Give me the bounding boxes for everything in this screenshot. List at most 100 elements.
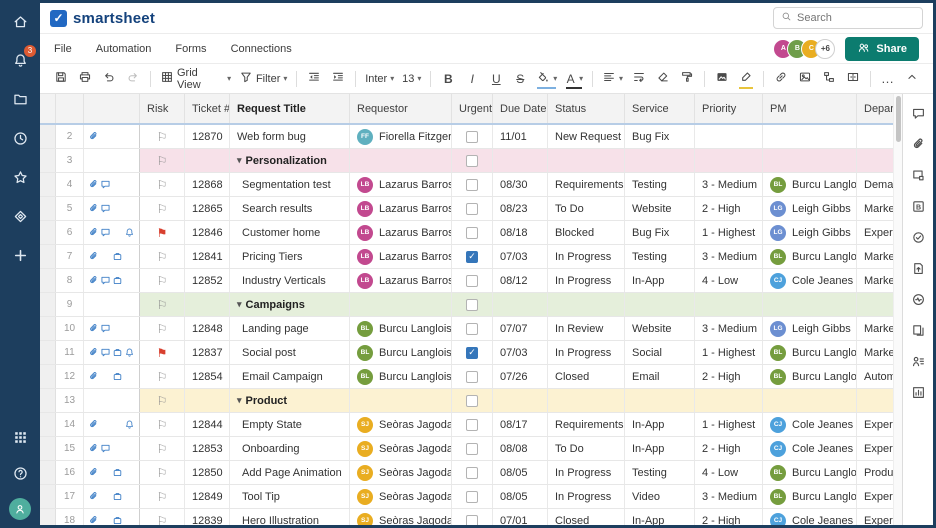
attachment-icon[interactable]: [87, 347, 99, 358]
row-number[interactable]: 4: [56, 173, 84, 196]
service-cell[interactable]: [625, 149, 695, 172]
risk-flag[interactable]: ⚐: [140, 365, 185, 388]
requestor-cell[interactable]: BL Burcu Langlois: [350, 341, 452, 364]
folder-icon[interactable]: [9, 88, 31, 110]
urgent-checkbox[interactable]: [452, 293, 493, 316]
flag-red-icon[interactable]: ⚑: [157, 347, 168, 359]
status-cell[interactable]: In Progress: [548, 245, 625, 268]
filter-button[interactable]: Filter ▾: [236, 68, 290, 90]
requestor-cell[interactable]: SJ Seòras Jagoda: [350, 461, 452, 484]
ticket-number-cell[interactable]: 12870: [185, 125, 230, 148]
service-cell[interactable]: Video: [625, 485, 695, 508]
proof-icon[interactable]: [112, 467, 124, 478]
avatar-overflow-count[interactable]: +6: [815, 38, 836, 59]
service-cell[interactable]: [625, 293, 695, 316]
requestor-cell[interactable]: LB Lazarus Barros: [350, 197, 452, 220]
service-cell[interactable]: Testing: [625, 245, 695, 268]
indent-button[interactable]: [327, 68, 349, 90]
comment-icon[interactable]: [99, 443, 111, 454]
comments-icon[interactable]: [909, 104, 927, 122]
attachment-icon[interactable]: [87, 131, 99, 142]
risk-flag[interactable]: ⚐: [140, 461, 185, 484]
flag-outline-icon[interactable]: ⚐: [157, 203, 168, 215]
menu-automation[interactable]: Automation: [96, 43, 152, 55]
ticket-number-cell[interactable]: 12839: [185, 509, 230, 525]
priority-cell[interactable]: 1 - Highest: [695, 341, 763, 364]
urgent-checkbox[interactable]: [452, 485, 493, 508]
pm-cell[interactable]: BLBurcu Langlois: [763, 245, 857, 268]
priority-cell[interactable]: 2 - High: [695, 365, 763, 388]
due-date-cell[interactable]: 08/30: [493, 173, 548, 196]
ticket-number-cell[interactable]: 12852: [185, 269, 230, 292]
priority-cell[interactable]: 3 - Medium: [695, 317, 763, 340]
flag-outline-icon[interactable]: ⚐: [157, 323, 168, 335]
font-size-select[interactable]: 13 ▾: [399, 68, 424, 90]
bell-icon[interactable]: [124, 347, 136, 358]
status-cell[interactable]: To Do: [548, 197, 625, 220]
pm-cell[interactable]: BLBurcu Langlois: [763, 173, 857, 196]
status-cell[interactable]: Closed: [548, 509, 625, 525]
proof-icon[interactable]: [112, 515, 124, 525]
column-header-ticket[interactable]: Ticket #: [185, 94, 230, 123]
fill-color-button[interactable]: ▾: [533, 68, 560, 90]
column-header-title[interactable]: Request Title: [230, 94, 350, 123]
attachment-icon[interactable]: [87, 227, 99, 238]
checkbox-unchecked[interactable]: [466, 130, 478, 143]
request-title-cell[interactable]: ▾ Product: [230, 389, 350, 412]
ticket-number-cell[interactable]: 12849: [185, 485, 230, 508]
column-header-risk[interactable]: Risk: [140, 94, 185, 123]
priority-cell[interactable]: [695, 389, 763, 412]
flag-outline-icon[interactable]: ⚐: [157, 251, 168, 263]
request-title-cell[interactable]: Web form bug: [230, 125, 350, 148]
comment-icon[interactable]: [99, 347, 111, 358]
risk-flag[interactable]: ⚐: [140, 317, 185, 340]
due-date-cell[interactable]: 07/07: [493, 317, 548, 340]
service-cell[interactable]: Bug Fix: [625, 125, 695, 148]
request-title-cell[interactable]: ▾ Personalization: [230, 149, 350, 172]
priority-cell[interactable]: 2 - High: [695, 509, 763, 525]
comment-icon[interactable]: [99, 275, 111, 286]
proof-icon[interactable]: [112, 371, 124, 382]
ticket-number-cell[interactable]: 12865: [185, 197, 230, 220]
hierarchy-button[interactable]: [818, 68, 840, 90]
priority-cell[interactable]: 4 - Low: [695, 461, 763, 484]
requestor-cell[interactable]: LB Lazarus Barros: [350, 245, 452, 268]
priority-cell[interactable]: 3 - Medium: [695, 173, 763, 196]
requestor-cell[interactable]: FFFiorella Fitzgerald: [350, 125, 452, 148]
request-title-cell[interactable]: Pricing Tiers: [230, 245, 350, 268]
row-number[interactable]: 14: [56, 413, 84, 436]
attachment-icon[interactable]: [909, 135, 927, 153]
more-button[interactable]: …: [877, 68, 899, 90]
requestor-cell[interactable]: BL Burcu Langlois: [350, 365, 452, 388]
ticket-number-cell[interactable]: [185, 149, 230, 172]
service-cell[interactable]: In-App: [625, 413, 695, 436]
requestor-cell[interactable]: SJ Seòras Jagoda: [350, 413, 452, 436]
scrollbar-thumb[interactable]: [895, 96, 901, 142]
ticket-number-cell[interactable]: 12854: [185, 365, 230, 388]
attachment-icon[interactable]: [87, 443, 99, 454]
pm-cell[interactable]: LG Leigh Gibbs: [763, 197, 857, 220]
plus-icon[interactable]: [9, 244, 31, 266]
flag-outline-icon[interactable]: ⚐: [157, 131, 168, 143]
wrap-text-button[interactable]: [628, 68, 650, 90]
risk-flag[interactable]: ⚐: [140, 173, 185, 196]
row-number[interactable]: 5: [56, 197, 84, 220]
attachment-icon[interactable]: [87, 371, 99, 382]
attachment-icon[interactable]: [87, 275, 99, 286]
status-cell[interactable]: Requirements: [548, 413, 625, 436]
text-color-button[interactable]: A ▾: [562, 68, 586, 90]
row-number[interactable]: 13: [56, 389, 84, 412]
collapse-caret-icon[interactable]: ▾: [237, 395, 242, 406]
checkbox-unchecked[interactable]: [466, 226, 478, 239]
update-requests-icon[interactable]: [909, 228, 927, 246]
attachment-icon[interactable]: [87, 251, 99, 262]
flag-outline-icon[interactable]: ⚐: [157, 299, 168, 311]
pm-cell[interactable]: LG Leigh Gibbs: [763, 317, 857, 340]
service-cell[interactable]: Bug Fix: [625, 221, 695, 244]
redo-button[interactable]: [122, 68, 144, 90]
link-button[interactable]: [770, 68, 792, 90]
request-title-cell[interactable]: Industry Verticals: [230, 269, 350, 292]
status-cell[interactable]: In Progress: [548, 485, 625, 508]
requestor-cell[interactable]: LB Lazarus Barros: [350, 173, 452, 196]
requestor-cell[interactable]: BL Burcu Langlois: [350, 317, 452, 340]
